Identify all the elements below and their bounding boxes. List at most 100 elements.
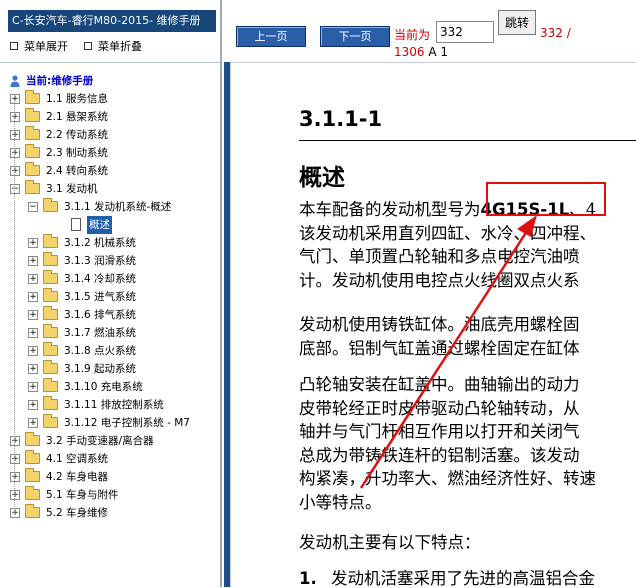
tree-item[interactable]: +3.1.8 点火系统 [0, 342, 220, 360]
expand-all-button[interactable]: 菜单展开 [10, 38, 68, 54]
expand-toggle-icon[interactable]: + [10, 472, 20, 482]
expand-toggle-icon[interactable]: + [28, 292, 38, 302]
tree-item-label: 3.1.10 充电系统 [64, 381, 143, 393]
square-bullet-icon [84, 42, 92, 50]
highlight-box [486, 182, 606, 216]
collapse-toggle-icon[interactable]: − [10, 184, 20, 194]
tree-item-label: 3.1 发动机 [46, 183, 98, 195]
expand-toggle-icon[interactable]: + [28, 418, 38, 428]
tree-item[interactable]: +3.2 手动变速器/离合器 [0, 432, 220, 450]
folder-icon [43, 198, 58, 212]
text-line: 总成为带铸铁连杆的铝制活塞。该发动 [299, 445, 580, 465]
text-line: 皮带轮经正时皮带驱动凸轮轴转动，从 [299, 398, 580, 418]
expand-toggle-icon[interactable]: + [28, 346, 38, 356]
square-bullet-icon [10, 42, 18, 50]
tree-item[interactable]: +3.1.4 冷却系统 [0, 270, 220, 288]
user-icon [10, 75, 20, 87]
tree-root[interactable]: 当前:维修手册 [0, 72, 220, 90]
tree-item[interactable]: +3.1.11 排放控制系统 [0, 396, 220, 414]
expand-toggle-icon[interactable]: + [28, 382, 38, 392]
collapse-all-button[interactable]: 菜单折叠 [84, 38, 142, 54]
tree-item-label: 概述 [87, 216, 112, 234]
expand-toggle-icon[interactable]: + [10, 166, 20, 176]
tree-item[interactable]: +3.1.5 进气系统 [0, 288, 220, 306]
expand-toggle-icon[interactable]: + [28, 310, 38, 320]
expand-toggle-icon[interactable]: + [28, 364, 38, 374]
tree-item-label: 3.1.4 冷却系统 [64, 273, 137, 285]
page-of-label: 332 / [540, 26, 571, 40]
tree-item[interactable]: +3.1.12 电子控制系统 - M7 [0, 414, 220, 432]
manual-title-bar: C-长安汽车-睿行M80-2015- 维修手册 [8, 10, 216, 32]
collapse-toggle-icon[interactable]: − [28, 202, 38, 212]
expand-toggle-icon[interactable]: + [10, 112, 20, 122]
expand-toggle-icon[interactable]: + [10, 490, 20, 500]
tree-item[interactable]: +5.1 车身与附件 [0, 486, 220, 504]
tree-item[interactable]: +2.4 转向系统 [0, 162, 220, 180]
expand-toggle-icon[interactable]: + [10, 94, 20, 104]
tree-item-label: 5.2 车身维修 [46, 507, 109, 519]
folder-icon [43, 306, 58, 320]
tree-item[interactable]: +2.2 传动系统 [0, 126, 220, 144]
title-rule [299, 140, 636, 141]
expand-toggle-icon[interactable]: + [28, 274, 38, 284]
expand-toggle-icon[interactable]: + [10, 454, 20, 464]
tree-item[interactable]: − 3.1.1 发动机系统-概述 [0, 198, 220, 216]
tree-item[interactable]: +4.1 空调系统 [0, 450, 220, 468]
tree-item[interactable]: +3.1.6 排气系统 [0, 306, 220, 324]
tree-item[interactable]: +4.2 车身电器 [0, 468, 220, 486]
text-line: 底部。铝制气缸盖通过螺栓固定在缸体 [299, 338, 580, 358]
expand-toggle-icon[interactable]: + [28, 328, 38, 338]
folder-icon [25, 432, 40, 446]
document-icon [71, 218, 81, 231]
folder-icon [43, 342, 58, 356]
tree-item[interactable]: +3.1.7 燃油系统 [0, 324, 220, 342]
tree-item[interactable]: +2.3 制动系统 [0, 144, 220, 162]
tree-item[interactable]: − 3.1 发动机 [0, 180, 220, 198]
total-pages-label: 1306 A 1 [394, 45, 449, 59]
page-number-input[interactable] [436, 21, 494, 43]
next-page-button[interactable]: 下一页 [320, 26, 390, 47]
folder-icon [25, 468, 40, 482]
folder-icon [25, 180, 40, 194]
folder-icon [25, 108, 40, 122]
tree-item[interactable]: +3.1.9 起动系统 [0, 360, 220, 378]
text-line: 凸轮轴安装在缸盖中。曲轴输出的动力 [299, 375, 580, 394]
tree-item[interactable]: +2.1 悬架系统 [0, 108, 220, 126]
expand-toggle-icon[interactable]: + [28, 238, 38, 248]
tree-item-label: 3.1.5 进气系统 [64, 291, 137, 303]
tree-item[interactable]: +1.1 服务信息 [0, 90, 220, 108]
tree-item-label: 2.4 转向系统 [46, 165, 109, 177]
tree-item[interactable]: +3.1.10 充电系统 [0, 378, 220, 396]
folder-icon [43, 270, 58, 284]
navigation-panel: C-长安汽车-睿行M80-2015- 维修手册 菜单展开 菜单折叠 当前:维修手… [0, 0, 222, 587]
expand-toggle-icon[interactable]: + [28, 400, 38, 410]
expand-toggle-icon[interactable]: + [10, 130, 20, 140]
jump-button[interactable]: 跳转 [498, 10, 536, 35]
tree-item[interactable]: +5.2 车身维修 [0, 504, 220, 522]
tree-item-label: 3.1.12 电子控制系统 - M7 [64, 417, 190, 429]
folder-icon [25, 144, 40, 158]
tree-item[interactable]: 概述 [0, 216, 220, 234]
tree-item-label: 3.1.1 发动机系统-概述 [64, 201, 172, 213]
tree-connector [14, 99, 15, 513]
text-line: 该发动机采用直列四缸、水冷、四冲程、 [299, 223, 596, 243]
tree-item[interactable]: +3.1.3 润滑系统 [0, 252, 220, 270]
expand-toggle-icon[interactable]: + [10, 436, 20, 446]
folder-icon [25, 90, 40, 104]
tree-item-label: 2.3 制动系统 [46, 147, 109, 159]
folder-icon [25, 450, 40, 464]
tree-item-label: 4.1 空调系统 [46, 453, 109, 465]
divider [0, 62, 220, 63]
expand-toggle-icon[interactable]: + [10, 148, 20, 158]
paragraph-2: 发动机使用铸铁缸体。油底壳用螺栓固 底部。铝制气缸盖通过螺栓固定在缸体 [299, 313, 580, 360]
tree-item[interactable]: +3.1.2 机械系统 [0, 234, 220, 252]
paragraph-4: 发动机主要有以下特点： [299, 533, 481, 552]
text-line: 气门、单顶置凸轮轴和多点电控汽油喷 [299, 247, 580, 266]
main-area: 上一页 下一页 当前为 跳转 332 / 1306 A 1 3.1.1-1 概述… [224, 0, 636, 588]
expand-toggle-icon[interactable]: + [28, 256, 38, 266]
prev-page-button[interactable]: 上一页 [236, 26, 306, 47]
tree-item-label: 1.1 服务信息 [46, 93, 109, 105]
text-line: 小等特点。 [299, 492, 382, 512]
current-location-label: 当前:维修手册 [26, 75, 94, 87]
expand-toggle-icon[interactable]: + [10, 508, 20, 518]
